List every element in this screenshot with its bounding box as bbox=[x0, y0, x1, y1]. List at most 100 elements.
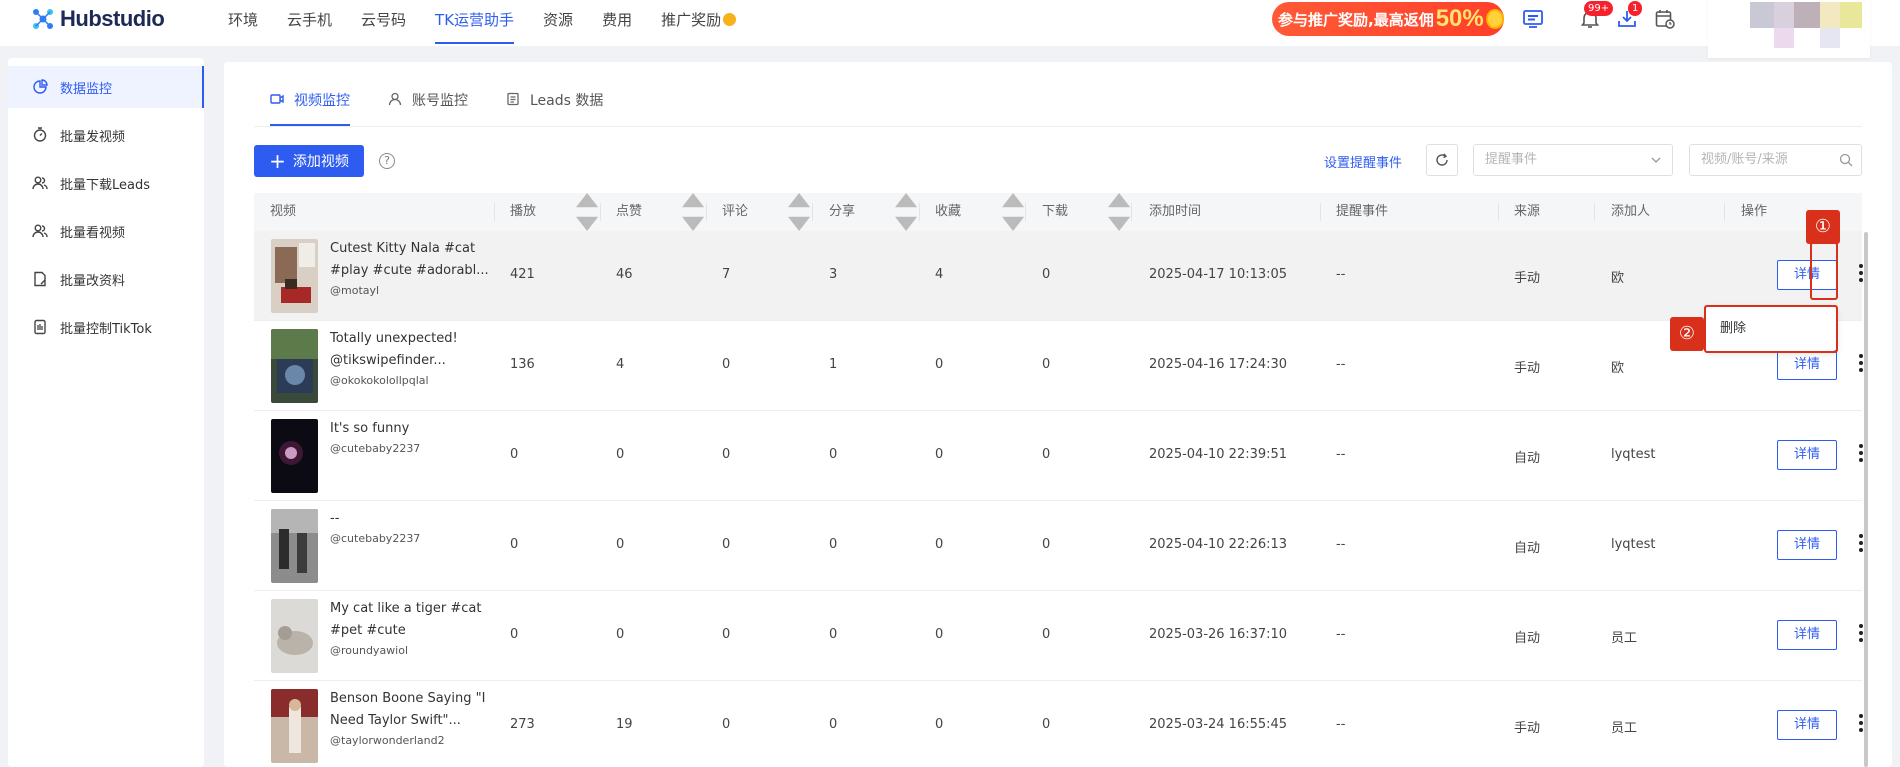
reminder-event-select[interactable]: 提醒事件 bbox=[1473, 144, 1673, 176]
reminder-event: -- bbox=[1336, 267, 1346, 282]
table-scrollbar[interactable] bbox=[1864, 232, 1868, 767]
top-bar: Hubstudio 环境 云手机 云号码 TK运营助手 资源 费用 推广奖励 参… bbox=[0, 0, 1900, 58]
th-play[interactable]: 播放 bbox=[510, 193, 536, 231]
table-row[interactable]: Totally unexpected! @tikswipefinder... @o… bbox=[254, 321, 1863, 411]
th-like[interactable]: 点赞 bbox=[616, 193, 642, 231]
reminder-event: -- bbox=[1336, 357, 1346, 372]
avatar-block bbox=[1774, 2, 1794, 28]
notification-badge: 99+ bbox=[1584, 1, 1614, 16]
table-row[interactable]: My cat like a tiger #cat #pet #cute @roun… bbox=[254, 591, 1863, 681]
sort-icon[interactable] bbox=[1002, 193, 1025, 231]
sidebar-item-batch-watch[interactable]: 批量看视频 bbox=[8, 210, 204, 252]
calendar-clock-icon[interactable] bbox=[1654, 8, 1676, 30]
download-count: 0 bbox=[1042, 627, 1051, 642]
detail-button[interactable]: 详情 bbox=[1777, 530, 1837, 560]
video-thumbnail[interactable] bbox=[271, 329, 318, 403]
video-thumbnail[interactable] bbox=[271, 689, 318, 763]
table-row[interactable]: It's so funny @cutebaby2237 0 0 0 0 0 0 … bbox=[254, 411, 1863, 501]
monitor-icon[interactable] bbox=[1522, 8, 1544, 30]
promo-banner[interactable]: 参与推广奖励,最高返佣 50% bbox=[1272, 2, 1504, 36]
share-count: 0 bbox=[829, 717, 838, 732]
nav-cloud-phone[interactable]: 云手机 bbox=[287, 0, 332, 46]
column-divider bbox=[1131, 203, 1132, 221]
video-thumbnail[interactable] bbox=[271, 239, 318, 313]
nav-tk-assistant[interactable]: TK运营助手 bbox=[435, 0, 515, 46]
step2-highlight-box bbox=[1704, 305, 1838, 353]
th-reminder: 提醒事件 bbox=[1336, 204, 1389, 219]
nav-referral[interactable]: 推广奖励 bbox=[661, 0, 737, 46]
video-icon bbox=[270, 94, 284, 104]
coin-icon bbox=[723, 13, 737, 26]
tab-video-monitor[interactable]: 视频监控 bbox=[270, 90, 350, 126]
video-author: @cutebaby2237 bbox=[330, 532, 421, 545]
sidebar-item-batch-post[interactable]: 批量发视频 bbox=[8, 114, 204, 156]
download-count: 0 bbox=[1042, 267, 1051, 282]
video-thumbnail[interactable] bbox=[271, 509, 318, 583]
favorite-count: 0 bbox=[935, 447, 944, 462]
column-divider bbox=[706, 203, 707, 221]
column-divider bbox=[1594, 203, 1595, 221]
refresh-button[interactable] bbox=[1426, 144, 1458, 176]
user-avatar[interactable] bbox=[1708, 0, 1870, 58]
video-title: Benson Boone Saying "I Need Taylor Swift"… bbox=[330, 688, 490, 732]
sidebar-item-batch-download-leads[interactable]: 批量下载Leads bbox=[8, 162, 204, 204]
nav-env[interactable]: 环境 bbox=[228, 0, 258, 46]
tab-label: 视频监控 bbox=[294, 93, 350, 109]
refresh-icon bbox=[1436, 153, 1448, 166]
sidebar-item-label: 数据监控 bbox=[60, 81, 113, 97]
chart-pie-icon bbox=[33, 79, 48, 94]
th-video: 视频 bbox=[270, 204, 297, 219]
sidebar-item-batch-control-tiktok[interactable]: 批量控制TikTok bbox=[8, 306, 204, 348]
nav-fees[interactable]: 费用 bbox=[602, 0, 632, 46]
reminder-event: -- bbox=[1336, 537, 1346, 552]
th-favorite-label: 收藏 bbox=[935, 204, 962, 219]
detail-button[interactable]: 详情 bbox=[1777, 350, 1837, 380]
th-favorite[interactable]: 收藏 bbox=[935, 193, 961, 231]
play-count: 0 bbox=[510, 537, 519, 552]
comment-count: 0 bbox=[722, 447, 731, 462]
added-by: 员工 bbox=[1611, 721, 1638, 736]
sidebar-item-data-monitor[interactable]: 数据监控 bbox=[8, 66, 204, 108]
video-thumbnail[interactable] bbox=[271, 419, 318, 493]
search-input[interactable]: 视频/账号/来源 bbox=[1689, 144, 1862, 176]
add-video-button[interactable]: + 添加视频 bbox=[254, 145, 364, 177]
set-reminder-link[interactable]: 设置提醒事件 bbox=[1324, 152, 1402, 171]
tab-account-monitor[interactable]: 账号监控 bbox=[388, 90, 468, 126]
source: 手动 bbox=[1514, 361, 1541, 376]
hubstudio-logo[interactable]: Hubstudio bbox=[30, 6, 165, 32]
like-count: 0 bbox=[616, 537, 625, 552]
video-thumbnail[interactable] bbox=[271, 599, 318, 673]
th-comment[interactable]: 评论 bbox=[722, 193, 748, 231]
sidebar-item-batch-edit-profile[interactable]: 批量改资料 bbox=[8, 258, 204, 300]
sort-icon[interactable] bbox=[788, 193, 811, 231]
step2-marker: ② bbox=[1670, 317, 1704, 351]
sidebar-item-label: 批量发视频 bbox=[60, 129, 126, 145]
help-icon[interactable]: ? bbox=[379, 153, 395, 169]
video-author: @cutebaby2237 bbox=[330, 442, 421, 455]
th-share[interactable]: 分享 bbox=[829, 193, 855, 231]
th-like-label: 点赞 bbox=[616, 204, 643, 219]
sort-icon[interactable] bbox=[682, 193, 705, 231]
table-row[interactable]: Cutest Kitty Nala #cat #play #cute #adora… bbox=[254, 231, 1863, 321]
sort-icon[interactable] bbox=[576, 193, 599, 231]
th-play-label: 播放 bbox=[510, 204, 537, 219]
detail-button[interactable]: 详情 bbox=[1777, 440, 1837, 470]
nav-cloud-number[interactable]: 云号码 bbox=[361, 0, 406, 46]
video-title-line: #pet #cute bbox=[330, 623, 406, 638]
sort-icon[interactable] bbox=[895, 193, 918, 231]
th-download[interactable]: 下载 bbox=[1042, 193, 1068, 231]
search-icon bbox=[1839, 153, 1853, 167]
detail-button[interactable]: 详情 bbox=[1777, 710, 1837, 740]
nav-resources[interactable]: 资源 bbox=[543, 0, 573, 46]
download-count: 0 bbox=[1042, 447, 1051, 462]
sort-icon[interactable] bbox=[1108, 193, 1131, 231]
detail-button[interactable]: 详情 bbox=[1777, 620, 1837, 650]
play-count: 136 bbox=[510, 357, 535, 372]
reminder-event: -- bbox=[1336, 627, 1346, 642]
table-row[interactable]: Benson Boone Saying "I Need Taylor Swift"… bbox=[254, 681, 1863, 767]
added-time: 2025-03-26 16:37:10 bbox=[1149, 627, 1288, 642]
tab-leads-data[interactable]: Leads 数据 bbox=[506, 90, 603, 126]
added-time: 2025-04-10 22:26:13 bbox=[1149, 537, 1288, 552]
play-count: 0 bbox=[510, 627, 519, 642]
table-row[interactable]: -- @cutebaby2237 0 0 0 0 0 0 2025-04-10 … bbox=[254, 501, 1863, 591]
